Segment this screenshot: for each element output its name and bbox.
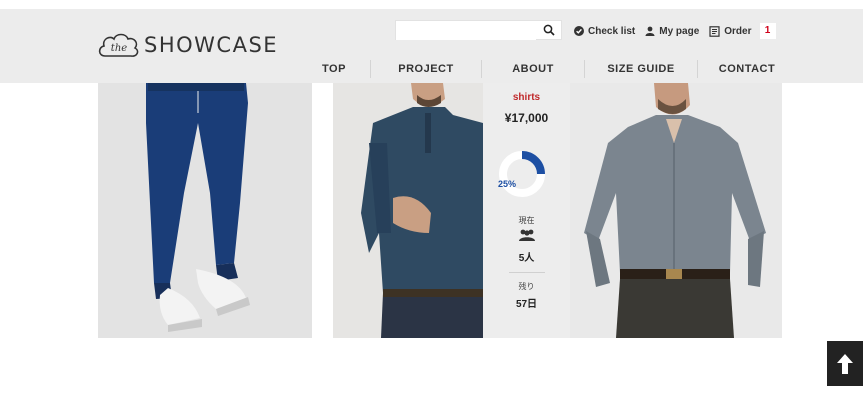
progress-percent: 25%	[498, 179, 517, 189]
henley-model-image	[333, 83, 483, 338]
current-value: 5人	[518, 253, 535, 264]
check-list-link[interactable]: Check list	[574, 26, 635, 37]
order-label: Order	[724, 25, 752, 37]
order-link[interactable]: Order	[709, 25, 752, 37]
main-nav: TOP PROJECT ABOUT SIZE GUIDE CONTACT	[298, 58, 796, 80]
shirt-model-image	[570, 83, 782, 338]
product-photo-shirt[interactable]	[570, 83, 782, 338]
page: the SHOWCASE Check list My page Order 1 …	[0, 0, 863, 396]
search-input[interactable]	[396, 22, 536, 40]
product-price: ¥17,000	[504, 111, 549, 125]
scroll-to-top-button[interactable]	[827, 341, 863, 386]
logo[interactable]: the SHOWCASE	[97, 30, 278, 60]
product-photo-henley[interactable]	[333, 83, 483, 338]
current-label: 現在	[518, 216, 535, 225]
order-count-badge: 1	[759, 23, 776, 39]
user-icon	[645, 26, 655, 36]
cloud-logo-icon: the	[98, 33, 139, 57]
logo-mark-text: the	[111, 43, 127, 54]
nav-size-guide[interactable]: SIZE GUIDE	[585, 58, 697, 80]
people-icon	[518, 229, 535, 241]
my-page-link[interactable]: My page	[645, 26, 699, 37]
utility-links: Check list My page Order 1	[574, 23, 776, 39]
check-list-label: Check list	[588, 25, 636, 37]
order-document-icon	[709, 25, 720, 37]
product-category: shirts	[512, 92, 541, 103]
site-header: the SHOWCASE Check list My page Order 1 …	[0, 9, 863, 83]
nav-about[interactable]: ABOUT	[482, 58, 584, 80]
progress-ring	[499, 151, 545, 197]
nav-contact[interactable]: CONTACT	[698, 58, 796, 80]
product-info-panel[interactable]: shirts ¥17,000 25% 現在 5人 残り 57日	[483, 83, 570, 338]
product-photo-pants[interactable]	[98, 83, 312, 338]
arrow-up-icon	[837, 353, 853, 374]
search-box	[395, 20, 562, 40]
nav-project[interactable]: PROJECT	[371, 58, 481, 80]
my-page-label: My page	[659, 25, 700, 37]
funding-progress: 25%	[483, 145, 570, 203]
brand-name: SHOWCASE	[144, 33, 279, 57]
nav-top[interactable]: TOP	[298, 58, 370, 80]
remaining-label: 残り	[518, 282, 535, 291]
search-icon[interactable]	[543, 24, 555, 36]
check-circle-icon	[574, 26, 584, 36]
info-divider	[508, 272, 545, 273]
pants-model-image	[98, 83, 312, 338]
remaining-value: 57日	[515, 299, 538, 310]
